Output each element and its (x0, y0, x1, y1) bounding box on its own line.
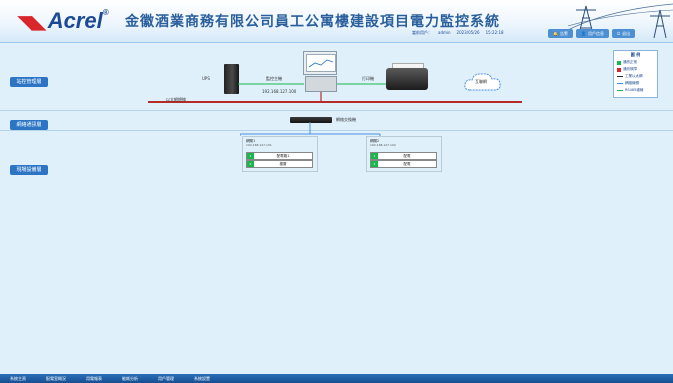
ethernet-line-swatch (617, 76, 623, 77)
legend-item: 通訊故障 (617, 67, 657, 72)
info-user-label: 當前用戶： (412, 30, 432, 35)
meter-row[interactable]: 2 樓層 (246, 160, 313, 168)
meter-status-indicator: 1 (371, 153, 378, 159)
legend-item: 通訊正常 (617, 60, 657, 65)
bell-icon: 🔔 (553, 31, 558, 36)
user-info-label: 用戶信息 (587, 31, 604, 36)
bus-label: 以太網總線 (166, 97, 186, 102)
legend-item: 網絡線纜 (617, 81, 657, 86)
network-line-swatch (617, 83, 623, 84)
server-tower[interactable] (224, 64, 239, 94)
monitor-computer[interactable] (303, 51, 337, 75)
info-user-value: admin (438, 30, 451, 35)
acrel-logo: ◥◣Acrel® (18, 8, 109, 34)
acrel-logo-mark: ◥◣ (18, 12, 46, 32)
monitor-screen (306, 54, 336, 72)
alarm-button-label: 告警 (559, 31, 568, 36)
user-info-button[interactable]: 👤 用戶信息 (575, 29, 609, 38)
bottom-nav-bar: 系統主頁 配電室概況 用電報表 能耗分析 用戶管理 系統設置 (0, 374, 673, 383)
legend-item-label: 網絡線纜 (625, 81, 639, 85)
status-ok-swatch (617, 60, 621, 65)
tab-power-report[interactable]: 用電報表 (76, 374, 112, 383)
legend-item: 工業以太網 (617, 74, 657, 79)
tab-substation[interactable]: 配電室概況 (36, 374, 76, 383)
logo-text: Acrel (47, 8, 103, 33)
status-infobar: 當前用戶： admin 2023/05/26 15:22:18 (412, 30, 504, 36)
logo-registered-mark: ® (102, 8, 109, 17)
logout-label: 退出 (622, 31, 631, 36)
meter-name: 配電 (403, 161, 411, 166)
meter-row[interactable]: 1 配電箱1 (246, 152, 313, 160)
chart-thumbnail-icon (308, 59, 334, 68)
app-header: ◥◣Acrel® 金徽酒業商務有限公司員工公寓樓建設項目電力監控系統 當前用戶：… (0, 0, 673, 43)
gateway-links (240, 122, 381, 136)
pc-host-unit (305, 76, 337, 92)
layer-divider (0, 110, 673, 111)
info-date: 2023/05/26 (456, 30, 480, 35)
printer-device[interactable] (386, 68, 428, 90)
layer-field-device[interactable]: 現場設備層 (10, 165, 48, 175)
meter-status-indicator: 1 (247, 153, 254, 159)
alarm-button[interactable]: 🔔 告警 (548, 29, 573, 38)
tab-home[interactable]: 系統主頁 (0, 374, 36, 383)
legend-item-label: 通訊故障 (623, 67, 637, 71)
gateway-panel[interactable]: 網關1 192.168.127.101 1 配電箱1 2 樓層 (242, 136, 318, 172)
header-toolbar: 🔔 告警 👤 用戶信息 ⏻ 退出 (548, 29, 636, 39)
legend-item-label: 通訊正常 (623, 60, 637, 64)
meter-status-indicator: 2 (247, 161, 254, 167)
legend-item-label: RS485總線 (625, 88, 644, 92)
legend-item-label: 工業以太網 (625, 74, 643, 78)
ups-label: UPS (202, 76, 210, 81)
power-icon: ⏻ (616, 31, 621, 36)
logout-button[interactable]: ⏻ 退出 (611, 29, 636, 38)
tab-user-management[interactable]: 用戶管理 (148, 374, 184, 383)
meter-name: 配電箱1 (276, 153, 290, 158)
gateway-ip: 192.168.127.102 (370, 143, 396, 147)
meter-row[interactable]: 2 配電 (370, 160, 437, 168)
legend-title: 圖 例 (630, 52, 641, 57)
page-title: 金徽酒業商務有限公司員工公寓樓建設項目電力監控系統 (125, 14, 500, 30)
user-icon: 👤 (580, 31, 586, 36)
legend-item: RS485總線 (617, 88, 657, 93)
tab-system-settings[interactable]: 系統設置 (184, 374, 220, 383)
cloud-label: 互聯網 (475, 79, 487, 84)
legend-box: 圖 例 通訊正常 通訊故障 工業以太網 網絡線纜 RS485總線 (613, 50, 658, 98)
info-time: 15:22:18 (485, 30, 504, 35)
pc-label-name: 監控主機 (266, 76, 282, 81)
internet-cloud[interactable]: 互聯網 (462, 70, 504, 98)
layer-network-comm[interactable]: 網絡通訊層 (10, 120, 48, 130)
tab-energy-analysis[interactable]: 能耗分析 (112, 374, 148, 383)
gateway-ip: 192.168.127.101 (246, 143, 272, 147)
meter-name: 配電 (403, 153, 411, 158)
meter-name: 樓層 (279, 161, 287, 166)
gateway-panel[interactable]: 網關2 192.168.127.102 1 配電 2 配電 (366, 136, 442, 172)
rs485-line-swatch (617, 90, 623, 91)
pc-label-ip: 192.168.127.100 (262, 89, 297, 94)
meter-status-indicator: 2 (371, 161, 378, 167)
status-fault-swatch (617, 67, 621, 72)
meter-row[interactable]: 1 配電 (370, 152, 437, 160)
printer-label: 打印機 (362, 76, 374, 81)
layer-station-control[interactable]: 站控管理層 (10, 77, 48, 87)
